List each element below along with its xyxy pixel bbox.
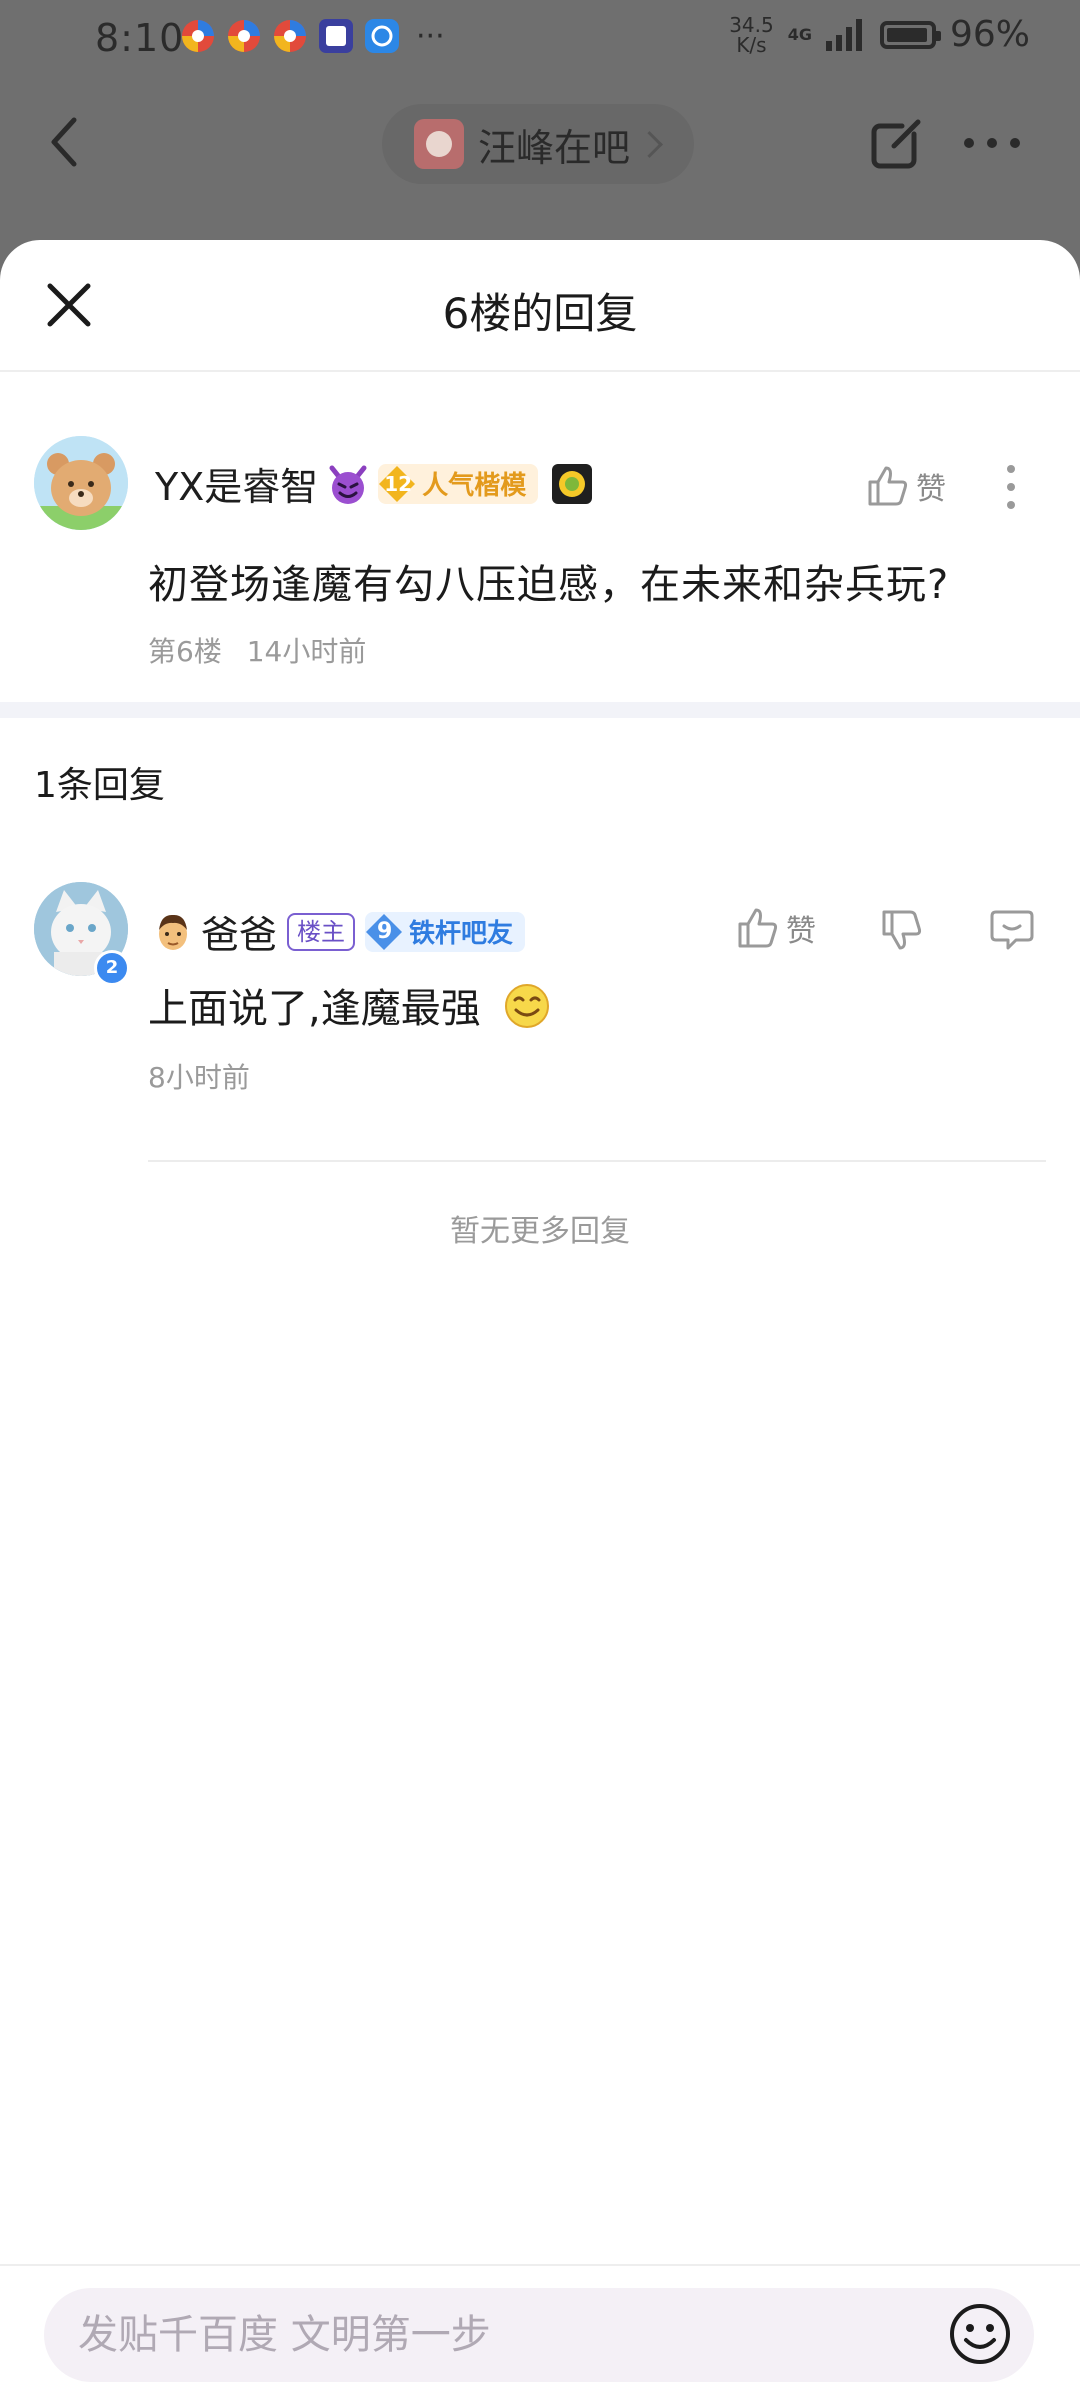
bear-avatar-icon bbox=[34, 436, 128, 530]
battery-icon bbox=[879, 20, 941, 49]
browser-app-icon bbox=[365, 19, 399, 53]
floor-number: 第6楼 bbox=[148, 635, 222, 668]
floor-post: YX是睿智 12 人气楷模 赞 初登场逢魔有勾八压迫感，在未来和杂兵玩? 第6楼 bbox=[0, 370, 1080, 702]
reply-sheet: 6楼的回复 YX是睿智 12 bbox=[0, 240, 1080, 2400]
like-button[interactable]: 赞 bbox=[736, 906, 816, 950]
top-nav: 汪峰在吧 bbox=[0, 90, 1080, 200]
level-badge: 12 人气楷模 bbox=[378, 463, 539, 504]
like-label: 赞 bbox=[786, 914, 816, 949]
reply-username[interactable]: 爸爸 bbox=[201, 904, 277, 959]
battery-percent: 96% bbox=[949, 14, 1030, 55]
composer-bar: 发贴千百度 文明第一步 bbox=[0, 2264, 1080, 2402]
owner-badge: 楼主 bbox=[287, 912, 356, 951]
reply-divider bbox=[148, 1160, 1046, 1162]
no-more-replies: 暂无更多回复 bbox=[450, 1214, 630, 1249]
reply-input[interactable]: 发贴千百度 文明第一步 bbox=[44, 2288, 1034, 2382]
network-speed: 34.5 K/s bbox=[729, 12, 774, 57]
like-label: 赞 bbox=[916, 472, 946, 507]
medal-icon bbox=[552, 463, 593, 504]
post-author: YX是睿智 12 人气楷模 bbox=[155, 456, 593, 511]
forum-name: 汪峰在吧 bbox=[478, 125, 631, 170]
thumbs-up-icon bbox=[868, 466, 908, 506]
post-content: 初登场逢魔有勾八压迫感，在未来和杂兵玩? bbox=[148, 562, 950, 608]
status-time: 8:10 bbox=[95, 16, 185, 60]
reply-author: 爸爸 楼主 9 铁杆吧友 bbox=[155, 904, 526, 959]
thumbs-down-icon[interactable] bbox=[880, 908, 924, 952]
man-emoji-icon bbox=[159, 914, 187, 950]
level-badge: 9 铁杆吧友 bbox=[365, 911, 526, 952]
reply-time: 8小时前 bbox=[148, 1061, 250, 1094]
edit-post-icon[interactable] bbox=[868, 114, 926, 172]
sheet-header: 6楼的回复 bbox=[0, 240, 1080, 372]
notification-icons: ··· bbox=[180, 18, 445, 54]
smile-emoji-icon bbox=[505, 984, 550, 1028]
section-divider bbox=[0, 702, 1080, 718]
status-right: 34.5 K/s 4G 96% bbox=[729, 14, 1030, 55]
post-username[interactable]: YX是睿智 bbox=[155, 456, 318, 511]
level-title: 人气楷模 bbox=[422, 471, 527, 501]
status-bar: 8:10 ··· 34.5 K/s 4G 96% bbox=[0, 0, 1080, 80]
chevron-right-icon bbox=[636, 130, 663, 158]
thumbs-up-icon bbox=[738, 908, 778, 948]
reply-count: 1条回复 bbox=[34, 765, 165, 806]
signal-icon bbox=[825, 18, 862, 51]
sheet-title: 6楼的回复 bbox=[442, 289, 638, 338]
more-options-icon[interactable] bbox=[962, 136, 1022, 150]
avatar[interactable] bbox=[34, 436, 128, 530]
post-time: 14小时前 bbox=[246, 635, 367, 668]
network-type: 4G bbox=[787, 25, 812, 44]
forum-link[interactable]: 汪峰在吧 bbox=[382, 104, 694, 184]
app-notification-icon bbox=[182, 20, 214, 52]
like-button[interactable]: 赞 bbox=[866, 464, 946, 508]
level-title: 铁杆吧友 bbox=[409, 919, 514, 949]
back-arrow-icon[interactable] bbox=[40, 112, 90, 172]
emoji-picker-icon[interactable] bbox=[948, 2302, 1012, 2366]
vertical-more-icon[interactable] bbox=[1006, 464, 1016, 510]
more-notifications-icon: ··· bbox=[416, 18, 445, 54]
forum-avatar bbox=[414, 119, 464, 169]
comment-icon[interactable] bbox=[990, 908, 1034, 952]
devil-emoji-icon bbox=[329, 465, 367, 504]
post-meta: 第6楼 14小时前 bbox=[148, 630, 366, 670]
reply-content: 上面说了,逢魔最强 bbox=[148, 976, 551, 1034]
tieba-app-icon bbox=[319, 19, 353, 53]
avatar-level-badge: 2 bbox=[94, 950, 130, 986]
app-notification-icon bbox=[274, 20, 306, 52]
app-notification-icon bbox=[228, 20, 260, 52]
